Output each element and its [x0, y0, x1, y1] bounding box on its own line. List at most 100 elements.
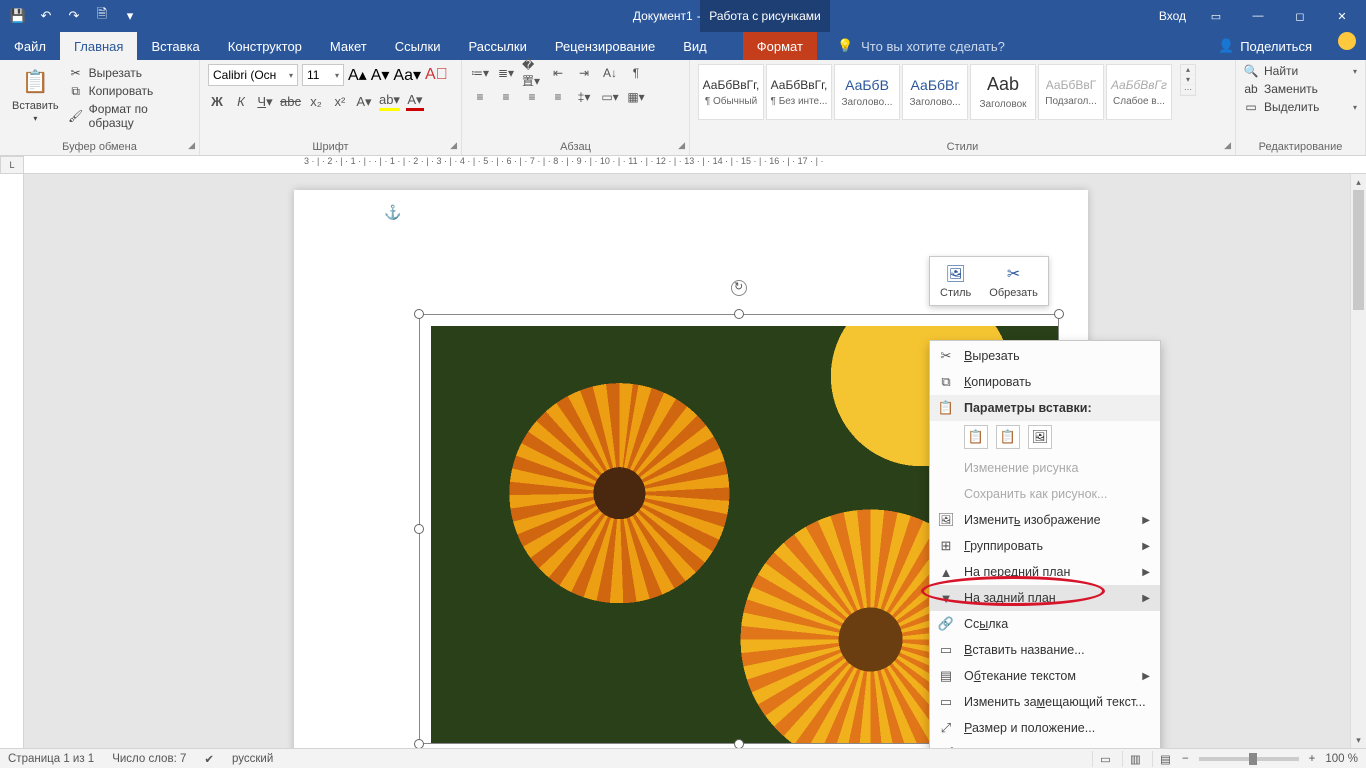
qat-more-icon[interactable]: ▾	[122, 8, 138, 24]
tab-review[interactable]: Рецензирование	[541, 32, 669, 60]
tab-format[interactable]: Формат	[743, 32, 817, 60]
shrink-font-icon[interactable]: A▾	[371, 65, 390, 85]
underline-button[interactable]: Ч▾	[256, 94, 274, 110]
ctx-copy[interactable]: ⧉Копировать	[930, 369, 1160, 395]
ctx-cut[interactable]: ✂Вырезать	[930, 343, 1160, 369]
redo-icon[interactable]: ↷	[66, 8, 82, 24]
line-spacing-icon[interactable]: ‡▾	[574, 88, 594, 106]
scroll-thumb[interactable]	[1353, 190, 1364, 310]
cut-button[interactable]: ✂Вырезать	[69, 66, 191, 80]
style-heading1[interactable]: АаБбВЗаголово...	[834, 64, 900, 120]
ruler-corner[interactable]: L	[0, 156, 24, 174]
scroll-up-icon[interactable]: ▴	[1351, 174, 1366, 190]
scroll-down-icon[interactable]: ▾	[1351, 732, 1366, 748]
status-word-count[interactable]: Число слов: 7	[112, 753, 186, 765]
ctx-bring-front[interactable]: ▲На передний план▶	[930, 559, 1160, 585]
style-heading2[interactable]: АаБбВгЗаголово...	[902, 64, 968, 120]
save-icon[interactable]: 💾	[10, 8, 26, 24]
superscript-button[interactable]: x²	[331, 94, 349, 109]
paste-option-1[interactable]: 📋	[964, 425, 988, 449]
ctx-format-object[interactable]: 🖌Формат объекта...	[930, 741, 1160, 748]
feedback-smiley-icon[interactable]	[1338, 32, 1356, 50]
bullets-icon[interactable]: ≔▾	[470, 64, 490, 82]
resize-handle-tm[interactable]	[734, 309, 744, 319]
resize-handle-ml[interactable]	[414, 524, 424, 534]
strike-button[interactable]: abc	[280, 94, 301, 109]
vertical-scrollbar[interactable]: ▴ ▾	[1350, 174, 1366, 748]
login-link[interactable]: Вход	[1159, 9, 1186, 23]
styles-dialog-launcher-icon[interactable]: ◢	[1224, 140, 1231, 151]
vertical-ruler[interactable]	[0, 174, 24, 748]
document-area[interactable]: ⚓ 🖼Стиль ✂Обрезать ✂Вырезать ⧉Копировать…	[24, 174, 1366, 748]
clear-format-icon[interactable]: A⃠	[425, 66, 448, 84]
zoom-slider[interactable]	[1199, 757, 1299, 761]
tab-design[interactable]: Конструктор	[214, 32, 316, 60]
ctx-send-back[interactable]: ▼На задний план▶	[930, 585, 1160, 611]
font-size-combo[interactable]: 11▾	[302, 64, 344, 86]
tab-home[interactable]: Главная	[60, 32, 137, 60]
ctx-insert-caption[interactable]: ▭Вставить название...	[930, 637, 1160, 663]
align-center-icon[interactable]: ≡	[496, 88, 516, 106]
status-proofing-icon[interactable]: ✔	[204, 752, 214, 766]
find-button[interactable]: 🔍Найти▾	[1244, 64, 1357, 78]
font-dialog-launcher-icon[interactable]: ◢	[450, 140, 457, 151]
grow-font-icon[interactable]: A▴	[348, 65, 367, 85]
resize-handle-bm[interactable]	[734, 739, 744, 748]
tab-insert[interactable]: Вставка	[137, 32, 213, 60]
font-color-icon[interactable]: A▾	[406, 92, 424, 111]
paragraph-dialog-launcher-icon[interactable]: ◢	[678, 140, 685, 151]
maximize-icon[interactable]: ◻	[1288, 4, 1312, 28]
tab-mailings[interactable]: Рассылки	[454, 32, 540, 60]
highlight-icon[interactable]: ab▾	[379, 92, 400, 111]
format-painter-button[interactable]: 🖌Формат по образцу	[69, 102, 191, 130]
style-subtle[interactable]: АаБбВвГгСлабое в...	[1106, 64, 1172, 120]
mini-crop-button[interactable]: ✂Обрезать	[983, 261, 1044, 301]
indent-decrease-icon[interactable]: ⇤	[548, 64, 568, 82]
share-button[interactable]: 👤 Поделиться	[1202, 32, 1328, 60]
status-language[interactable]: русский	[232, 753, 273, 765]
align-right-icon[interactable]: ≡	[522, 88, 542, 106]
mini-style-button[interactable]: 🖼Стиль	[934, 261, 977, 301]
tab-view[interactable]: Вид	[669, 32, 721, 60]
multilevel-icon[interactable]: �置▾	[522, 64, 542, 82]
styles-gallery[interactable]: АаБбВвГг,¶ Обычный АаБбВвГг,¶ Без инте..…	[698, 64, 1172, 120]
close-icon[interactable]: ✕	[1330, 4, 1354, 28]
view-print-icon[interactable]: ▥	[1122, 751, 1142, 767]
replace-button[interactable]: abЗаменить	[1244, 82, 1357, 96]
paste-option-2[interactable]: 📋	[996, 425, 1020, 449]
indent-increase-icon[interactable]: ⇥	[574, 64, 594, 82]
ctx-wrap-text[interactable]: ▤Обтекание текстом▶	[930, 663, 1160, 689]
align-left-icon[interactable]: ≡	[470, 88, 490, 106]
resize-handle-bl[interactable]	[414, 739, 424, 748]
style-title[interactable]: AabЗаголовок	[970, 64, 1036, 120]
view-web-icon[interactable]: ▤	[1152, 751, 1172, 767]
ctx-link[interactable]: 🔗Ссылка	[930, 611, 1160, 637]
show-marks-icon[interactable]: ¶	[626, 64, 646, 82]
subscript-button[interactable]: x₂	[307, 94, 325, 109]
tab-references[interactable]: Ссылки	[381, 32, 455, 60]
change-case-icon[interactable]: Aa▾	[393, 65, 421, 85]
tab-layout[interactable]: Макет	[316, 32, 381, 60]
ctx-size-position[interactable]: ⤢Размер и положение...	[930, 715, 1160, 741]
view-read-icon[interactable]: ▭	[1092, 751, 1112, 767]
horizontal-ruler[interactable]: 3 · | · 2 · | · 1 · | · · | · 1 · | · 2 …	[24, 156, 1366, 174]
text-effects-icon[interactable]: A▾	[355, 94, 373, 110]
paste-button[interactable]: 📋 Вставить ▾	[8, 64, 63, 125]
zoom-level[interactable]: 100 %	[1325, 753, 1358, 765]
ctx-alt-text[interactable]: ▭Изменить замещающий текст...	[930, 689, 1160, 715]
ctx-group[interactable]: ⊞Группировать▶	[930, 533, 1160, 559]
undo-icon[interactable]: ↶	[38, 8, 54, 24]
justify-icon[interactable]: ≡	[548, 88, 568, 106]
bold-button[interactable]: Ж	[208, 94, 226, 109]
new-doc-icon[interactable]: 🗎	[94, 8, 110, 24]
ribbon-options-icon[interactable]: ▭	[1204, 4, 1228, 28]
style-subtitle[interactable]: АаБбВвГПодзагол...	[1038, 64, 1104, 120]
rotate-handle[interactable]	[731, 280, 747, 296]
paste-option-3[interactable]: 🖼	[1028, 425, 1052, 449]
resize-handle-tr[interactable]	[1054, 309, 1064, 319]
style-no-spacing[interactable]: АаБбВвГг,¶ Без инте...	[766, 64, 832, 120]
resize-handle-tl[interactable]	[414, 309, 424, 319]
zoom-in-icon[interactable]: +	[1309, 753, 1316, 765]
font-name-combo[interactable]: Calibri (Осн▾	[208, 64, 298, 86]
shading-icon[interactable]: ▭▾	[600, 88, 620, 106]
